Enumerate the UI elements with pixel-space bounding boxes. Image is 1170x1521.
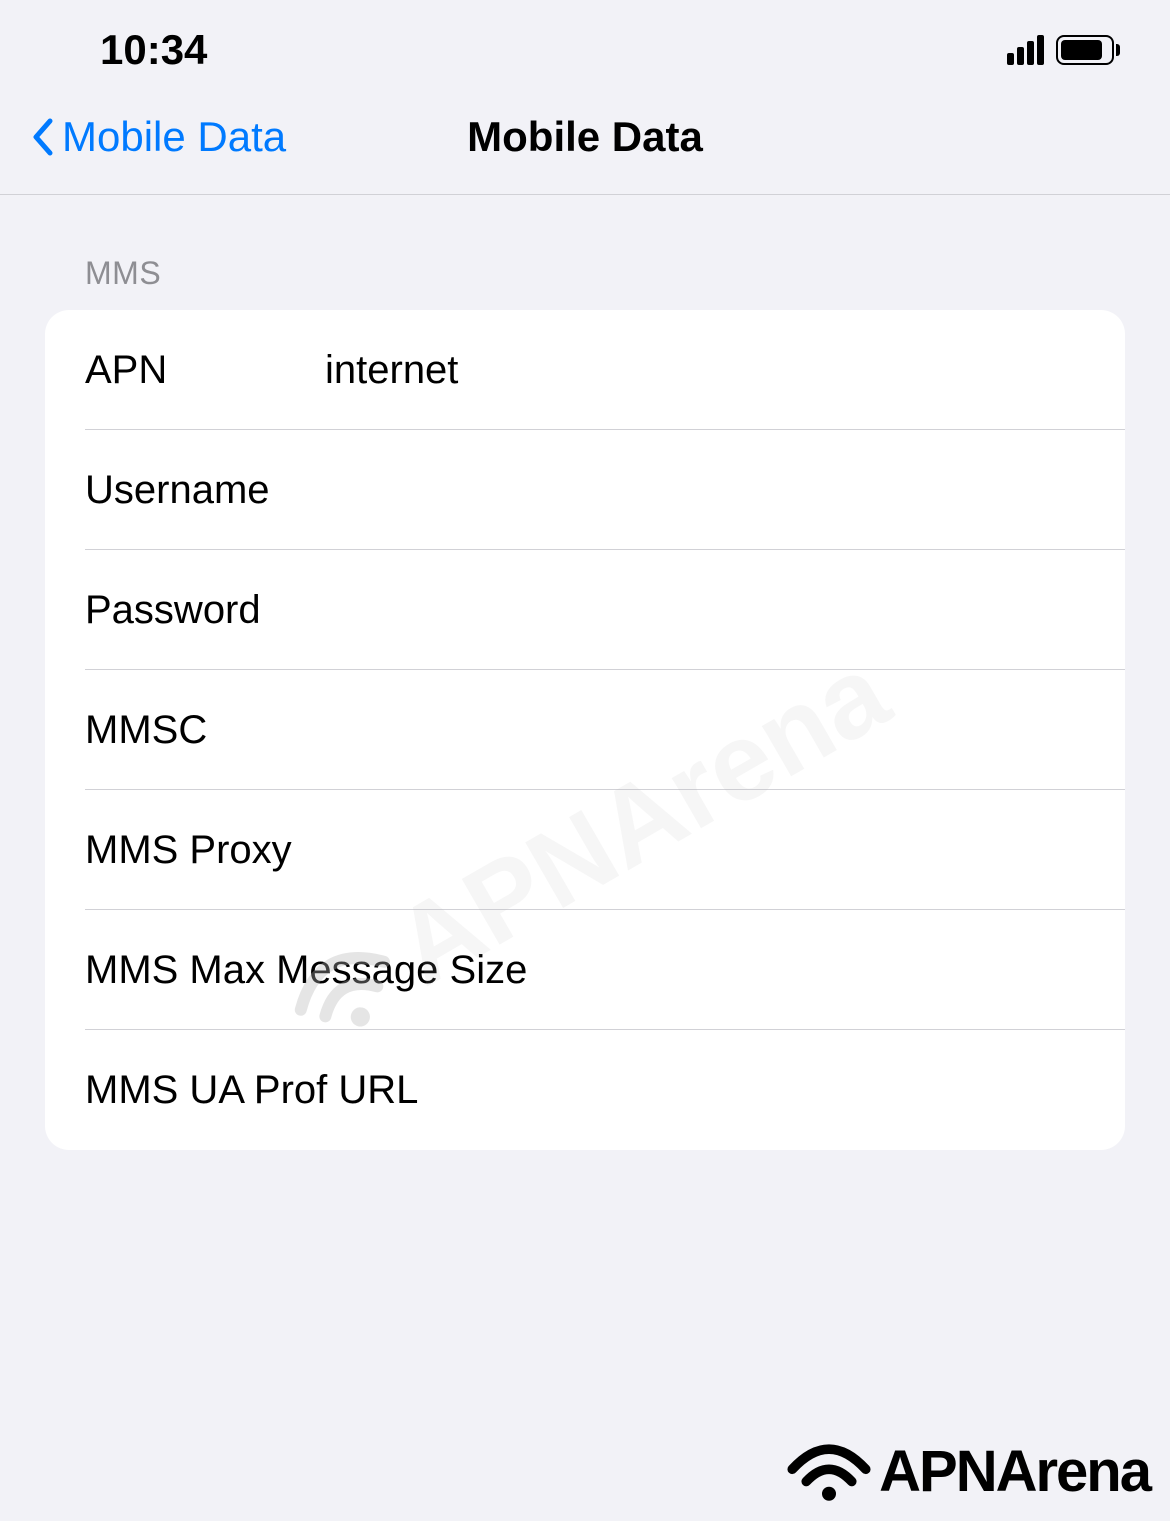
mms-ua-prof-input[interactable] <box>570 1068 1125 1113</box>
battery-icon <box>1056 35 1120 65</box>
password-input[interactable] <box>325 588 1125 633</box>
mmsc-row[interactable]: MMSC <box>45 670 1125 790</box>
mms-ua-prof-label: MMS UA Prof URL <box>85 1068 570 1113</box>
mms-proxy-row[interactable]: MMS Proxy <box>45 790 1125 910</box>
apn-input[interactable] <box>325 348 1125 393</box>
username-row[interactable]: Username <box>45 430 1125 550</box>
page-title: Mobile Data <box>467 113 703 161</box>
mms-ua-prof-row[interactable]: MMS UA Prof URL <box>45 1030 1125 1150</box>
status-indicators <box>1007 35 1120 65</box>
mms-proxy-label: MMS Proxy <box>85 828 570 873</box>
status-bar: 10:34 <box>0 0 1170 90</box>
mms-proxy-input[interactable] <box>570 828 1125 873</box>
mms-max-size-label: MMS Max Message Size <box>85 948 570 993</box>
cellular-signal-icon <box>1007 35 1044 65</box>
mms-max-size-row[interactable]: MMS Max Message Size <box>45 910 1125 1030</box>
navigation-bar: Mobile Data Mobile Data <box>0 90 1170 195</box>
back-button[interactable]: Mobile Data <box>30 113 286 161</box>
username-input[interactable] <box>325 468 1125 513</box>
password-row[interactable]: Password <box>45 550 1125 670</box>
mmsc-input[interactable] <box>325 708 1125 753</box>
mmsc-label: MMSC <box>85 708 325 753</box>
content-area: MMS APN Username Password MMSC MMS Proxy <box>0 195 1170 1150</box>
apn-label: APN <box>85 348 325 393</box>
mms-max-size-input[interactable] <box>570 948 1125 993</box>
footer-text: APNArena <box>879 1438 1150 1505</box>
chevron-left-icon <box>30 117 54 157</box>
username-label: Username <box>85 468 325 513</box>
section-header-mms: MMS <box>45 255 1125 310</box>
status-time: 10:34 <box>100 26 207 74</box>
back-label: Mobile Data <box>62 113 286 161</box>
password-label: Password <box>85 588 325 633</box>
mms-settings-group: APN Username Password MMSC MMS Proxy MMS… <box>45 310 1125 1150</box>
wifi-icon <box>784 1436 874 1506</box>
apn-row[interactable]: APN <box>45 310 1125 430</box>
footer-logo: APNArena <box>784 1436 1150 1506</box>
